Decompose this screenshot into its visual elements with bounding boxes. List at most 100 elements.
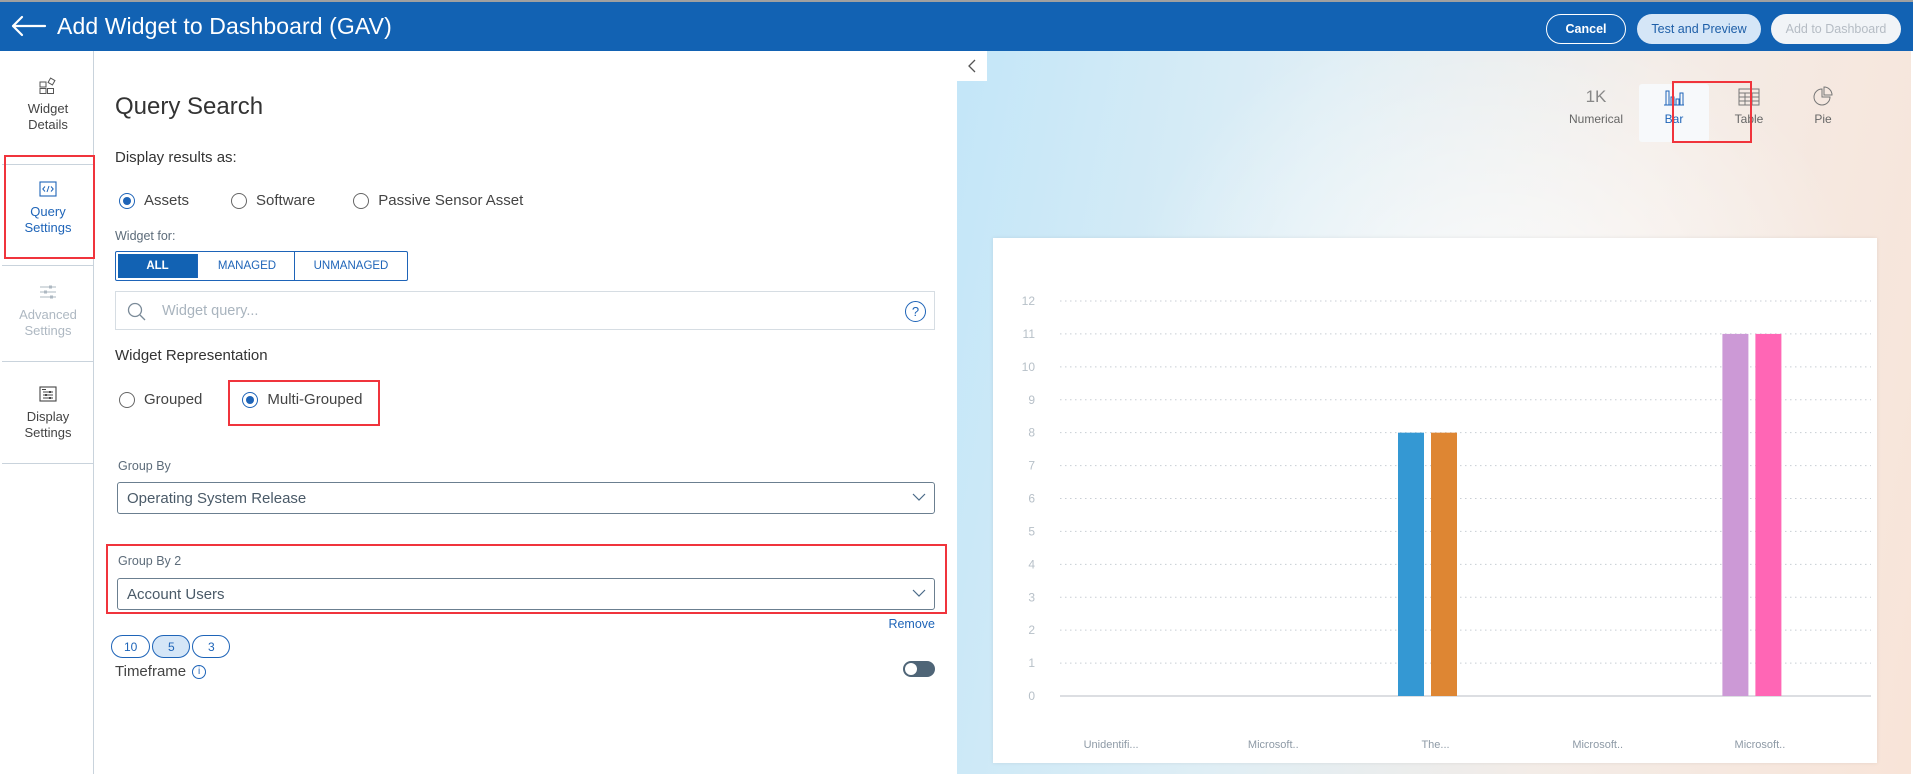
radio-label: Assets xyxy=(144,192,190,209)
x-tick-label: Microsoft.. xyxy=(1248,739,1299,751)
collapse-panel-button[interactable] xyxy=(957,51,987,81)
radio-label: Grouped xyxy=(144,391,203,408)
chart-type-bar[interactable]: Bar xyxy=(1639,84,1709,142)
group-by-value: Operating System Release xyxy=(127,490,307,507)
y-tick-label: 5 xyxy=(1028,524,1035,538)
section-title: Query Search xyxy=(115,93,264,120)
chart-type-label: Bar xyxy=(1664,112,1684,126)
display-results-radio-group: Assets Software Passive Sensor Asset xyxy=(119,192,553,209)
widgets-icon xyxy=(39,77,56,94)
widget-query-input[interactable] xyxy=(162,300,862,322)
sidebar-item-advanced-settings[interactable]: Advanced Settings xyxy=(2,283,94,339)
limit-option-3[interactable]: 3 xyxy=(192,635,231,658)
limit-options: 10 5 3 xyxy=(111,635,232,658)
segment-all[interactable]: ALL xyxy=(118,254,198,278)
page-title: Add Widget to Dashboard (GAV) xyxy=(57,13,392,39)
settings-sidebar: Widget Details Query Settings Advanced S… xyxy=(2,51,94,774)
bar xyxy=(1722,333,1749,696)
segment-managed[interactable]: MANAGED xyxy=(200,252,295,280)
radio-label: Multi-Grouped xyxy=(267,391,363,408)
radio-indicator xyxy=(119,192,135,209)
group-by-2-select[interactable]: Account Users xyxy=(117,578,935,610)
limit-option-5[interactable]: 5 xyxy=(152,635,191,658)
sidebar-label: Settings xyxy=(24,425,72,440)
limit-option-10[interactable]: 10 xyxy=(111,635,151,658)
sidebar-item-widget-details[interactable]: Widget Details xyxy=(2,77,94,133)
sidebar-label: Settings xyxy=(24,323,72,338)
display-settings-icon xyxy=(39,386,57,402)
table-icon xyxy=(1738,84,1760,110)
divider xyxy=(2,164,94,165)
x-tick-label: Microsoft.. xyxy=(1572,739,1623,751)
sidebar-label: Display xyxy=(26,409,70,424)
radio-label: Passive Sensor Asset xyxy=(378,192,524,209)
radio-multi-grouped[interactable]: Multi-Grouped xyxy=(242,391,362,408)
help-icon[interactable]: ? xyxy=(905,301,926,322)
bar xyxy=(1755,333,1782,696)
sliders-icon xyxy=(40,285,56,299)
radio-indicator xyxy=(231,192,248,209)
representation-radio-group: Grouped Multi-Grouped xyxy=(119,391,392,408)
timeframe-toggle[interactable] xyxy=(903,661,935,677)
sidebar-label: Settings xyxy=(24,220,72,235)
widget-representation-label: Widget Representation xyxy=(115,347,268,364)
numerical-icon: 1K xyxy=(1585,87,1607,106)
sidebar-item-display-settings[interactable]: Display Settings xyxy=(2,385,94,441)
chart-type-numerical[interactable]: 1K Numerical xyxy=(1561,84,1631,142)
chevron-down-icon xyxy=(912,589,926,597)
search-icon xyxy=(127,302,146,321)
cancel-button[interactable]: Cancel xyxy=(1546,14,1626,44)
remove-group-by-2-link[interactable]: Remove xyxy=(888,617,935,631)
x-tick-label: The... xyxy=(1421,739,1449,751)
widget-for-label: Widget for: xyxy=(115,229,176,243)
x-tick-label: Unidentifi... xyxy=(1084,739,1139,751)
divider xyxy=(2,463,94,464)
group-by-label: Group By xyxy=(118,459,171,473)
y-tick-label: 9 xyxy=(1028,393,1035,407)
y-tick-label: 4 xyxy=(1028,557,1035,571)
sidebar-label: Advanced xyxy=(19,307,77,322)
bar xyxy=(1398,432,1424,696)
chevron-down-icon xyxy=(912,493,926,501)
chart-type-table[interactable]: Table xyxy=(1714,84,1784,142)
group-by-select[interactable]: Operating System Release xyxy=(117,482,935,514)
arrow-left-icon xyxy=(11,15,47,37)
segment-unmanaged[interactable]: UNMANAGED xyxy=(295,252,407,280)
y-tick-label: 3 xyxy=(1028,590,1035,604)
radio-grouped[interactable]: Grouped xyxy=(119,391,202,408)
radio-label: Software xyxy=(256,192,316,209)
chart-type-label: Pie xyxy=(1814,112,1832,126)
radio-assets[interactable]: Assets xyxy=(119,192,189,209)
test-and-preview-button[interactable]: Test and Preview xyxy=(1637,14,1761,44)
y-tick-label: 11 xyxy=(1023,327,1036,341)
chevron-left-icon xyxy=(968,59,976,73)
widget-query-field: ? xyxy=(115,291,935,330)
widget-for-segmented-control: ALL MANAGED UNMANAGED xyxy=(115,251,408,281)
sidebar-label: Query xyxy=(30,204,66,219)
y-tick-label: 12 xyxy=(1022,294,1036,308)
y-tick-label: 10 xyxy=(1022,360,1036,374)
bar-chart-icon xyxy=(1663,84,1685,110)
preview-panel: 1K Numerical Bar Table Pie 0 1 2 3 4 5 6 7 8 9 10 1… xyxy=(957,51,1911,774)
timeframe-label: Timeframe xyxy=(115,663,187,680)
app-header: Add Widget to Dashboard (GAV) Cancel Tes… xyxy=(0,0,1913,51)
radio-software[interactable]: Software xyxy=(231,192,315,209)
chart-preview-card: 0 1 2 3 4 5 6 7 8 9 10 11 12 Unidentifi... Microsoft..… xyxy=(993,238,1877,763)
info-icon[interactable]: i xyxy=(192,664,207,679)
query-settings-panel: Query Search Display results as: Assets … xyxy=(95,51,957,774)
radio-passive-sensor-asset[interactable]: Passive Sensor Asset xyxy=(353,192,523,209)
chart-type-label: Table xyxy=(1734,112,1764,126)
bar-chart: 0123456789101112Unidentifi... Microsoft..… xyxy=(1022,294,1871,751)
y-tick-label: 7 xyxy=(1028,459,1035,473)
sidebar-item-query-settings[interactable]: Query Settings xyxy=(2,180,94,236)
display-results-label: Display results as: xyxy=(115,149,237,166)
code-icon xyxy=(39,181,57,197)
back-button[interactable] xyxy=(8,10,48,42)
pie-chart-icon xyxy=(1812,84,1834,110)
chart-type-pie[interactable]: Pie xyxy=(1788,84,1858,142)
timeframe-row: Timeframe i xyxy=(115,663,207,680)
y-tick-label: 2 xyxy=(1028,623,1035,637)
y-tick-label: 6 xyxy=(1028,492,1035,506)
add-to-dashboard-button[interactable]: Add to Dashboard xyxy=(1771,14,1901,44)
radio-indicator xyxy=(353,192,370,209)
